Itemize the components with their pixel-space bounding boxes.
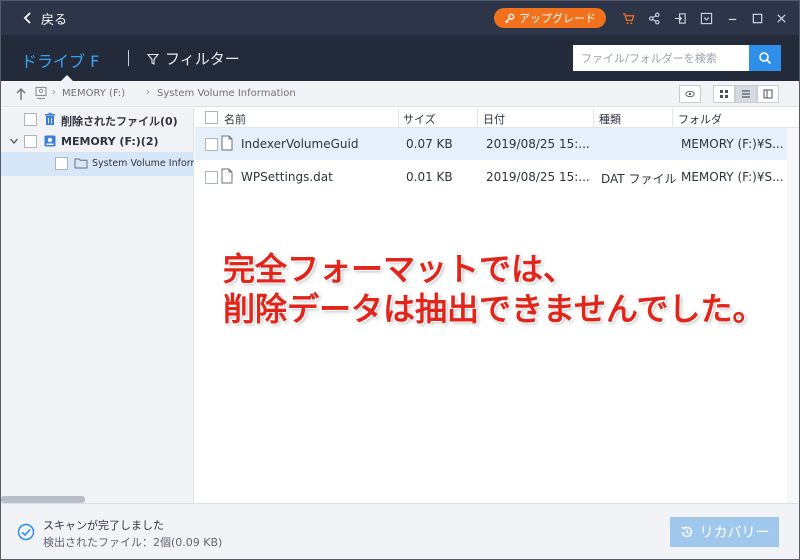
upgrade-button[interactable]: アップグレード: [494, 8, 606, 28]
computer-icon: [35, 86, 47, 100]
file-type: DAT ファイル: [601, 172, 677, 186]
key-icon: [504, 13, 515, 23]
file-size: 0.01 KB: [406, 170, 453, 184]
column-folder[interactable]: フォルダ: [678, 111, 722, 127]
chevron-down-icon[interactable]: [9, 136, 19, 146]
breadcrumb-separator: ›: [52, 87, 56, 98]
recover-label: リカバリー: [699, 525, 770, 541]
back-label: 戻る: [41, 12, 68, 28]
tree-label: 削除されたファイル(0): [61, 115, 178, 128]
tree-item-deleted[interactable]: 削除されたファイル(0): [1, 108, 194, 132]
minimize-icon[interactable]: [724, 10, 740, 26]
recover-button[interactable]: リカバリー: [670, 517, 779, 547]
menu-icon[interactable]: [698, 10, 714, 26]
checkbox[interactable]: [24, 135, 37, 148]
column-divider: [477, 108, 478, 128]
breadcrumb-item-drive[interactable]: MEMORY (F:): [62, 88, 125, 99]
trash-icon: [45, 112, 55, 125]
grid-icon: [720, 90, 728, 98]
breadcrumb-separator: ›: [146, 87, 150, 98]
table-row[interactable]: WPSettings.dat 0.01 KB 2019/08/25 15:...…: [195, 161, 787, 193]
title-bar: 戻る アップグレード: [1, 1, 799, 35]
column-divider: [672, 108, 673, 128]
grid-view-button[interactable]: [713, 85, 735, 103]
cart-icon[interactable]: [620, 10, 636, 26]
table-row[interactable]: IndexerVolumeGuid 0.07 KB 2019/08/25 15:…: [195, 128, 787, 160]
column-type[interactable]: 種類: [599, 111, 621, 127]
checkbox[interactable]: [55, 157, 68, 170]
history-icon: [680, 526, 692, 538]
column-size[interactable]: サイズ: [403, 111, 436, 127]
checkbox[interactable]: [24, 113, 37, 126]
signin-icon[interactable]: [672, 10, 688, 26]
column-divider: [593, 108, 594, 128]
filter-label: フィルター: [165, 50, 240, 68]
folder-icon: [74, 158, 88, 169]
annotation-line-2: 削除データは抽出できませんでした。: [223, 290, 765, 328]
file-folder: MEMORY (F:)¥S...: [681, 170, 784, 184]
search-input[interactable]: [573, 45, 749, 71]
tree-item-folder[interactable]: System Volume Informat: [1, 152, 194, 176]
tree-label: MEMORY (F:)(2): [61, 135, 159, 148]
filter-icon: [147, 53, 159, 65]
filter-button[interactable]: フィルター: [147, 48, 240, 69]
status-footer: スキャンが完了しました 検出されたファイル：2個(0.09 KB) リカバリー: [1, 503, 799, 559]
eye-icon: [685, 90, 695, 98]
column-date[interactable]: 日付: [483, 111, 505, 127]
file-list-header: 名前 サイズ 日付 種類 フォルダ: [195, 108, 799, 128]
maximize-icon[interactable]: [749, 10, 765, 26]
drive-tab[interactable]: ドライブ F: [21, 48, 99, 72]
checkbox[interactable]: [205, 171, 218, 184]
breadcrumb-item-folder[interactable]: System Volume Information: [157, 88, 296, 99]
select-all-checkbox[interactable]: [205, 111, 218, 124]
column-divider: [398, 108, 399, 128]
file-date: 2019/08/25 15:...: [486, 170, 590, 184]
horizontal-scrollbar[interactable]: [1, 496, 85, 503]
file-folder: MEMORY (F:)¥S...: [681, 137, 784, 151]
file-name: IndexerVolumeGuid: [241, 137, 359, 151]
search-icon: [759, 52, 772, 65]
scan-status-text: スキャンが完了しました: [43, 519, 164, 532]
drive-icon: [44, 135, 56, 147]
header-divider: [128, 50, 129, 66]
breadcrumb: › MEMORY (F:) › System Volume Informatio…: [1, 81, 799, 107]
share-icon[interactable]: [646, 10, 662, 26]
file-icon: [221, 135, 233, 151]
file-icon: [221, 168, 233, 184]
vertical-scrollbar[interactable]: [787, 128, 799, 503]
file-name: WPSettings.dat: [241, 170, 333, 184]
file-date: 2019/08/25 15:...: [486, 137, 590, 151]
detail-view-button[interactable]: [757, 85, 779, 103]
back-button[interactable]: 戻る: [23, 9, 68, 28]
tree-label: System Volume Informat: [92, 158, 194, 169]
upgrade-label: アップグレード: [519, 12, 596, 25]
tree-item-drive[interactable]: MEMORY (F:)(2): [1, 130, 194, 154]
list-view-button[interactable]: [735, 85, 757, 103]
check-circle-icon: [17, 523, 35, 541]
up-arrow-icon[interactable]: [15, 87, 27, 101]
found-files-text: 検出されたファイル：2個(0.09 KB): [43, 536, 223, 549]
checkbox[interactable]: [205, 138, 218, 151]
recovery-app-window: 戻る アップグレード ドライブ F フィルター ファイル/フォルダーを検索 › …: [0, 0, 800, 560]
header-bar: ドライブ F フィルター: [1, 35, 799, 81]
folder-tree: 削除されたファイル(0) MEMORY (F:)(2) System Volum…: [1, 108, 194, 503]
column-name[interactable]: 名前: [224, 111, 246, 127]
preview-button[interactable]: [679, 85, 701, 103]
list-icon: [742, 90, 750, 98]
search-button[interactable]: [749, 45, 781, 71]
back-arrow-icon: [23, 12, 31, 24]
close-icon[interactable]: [773, 10, 789, 26]
file-size: 0.07 KB: [406, 137, 453, 151]
detail-pane-icon: [763, 89, 773, 99]
